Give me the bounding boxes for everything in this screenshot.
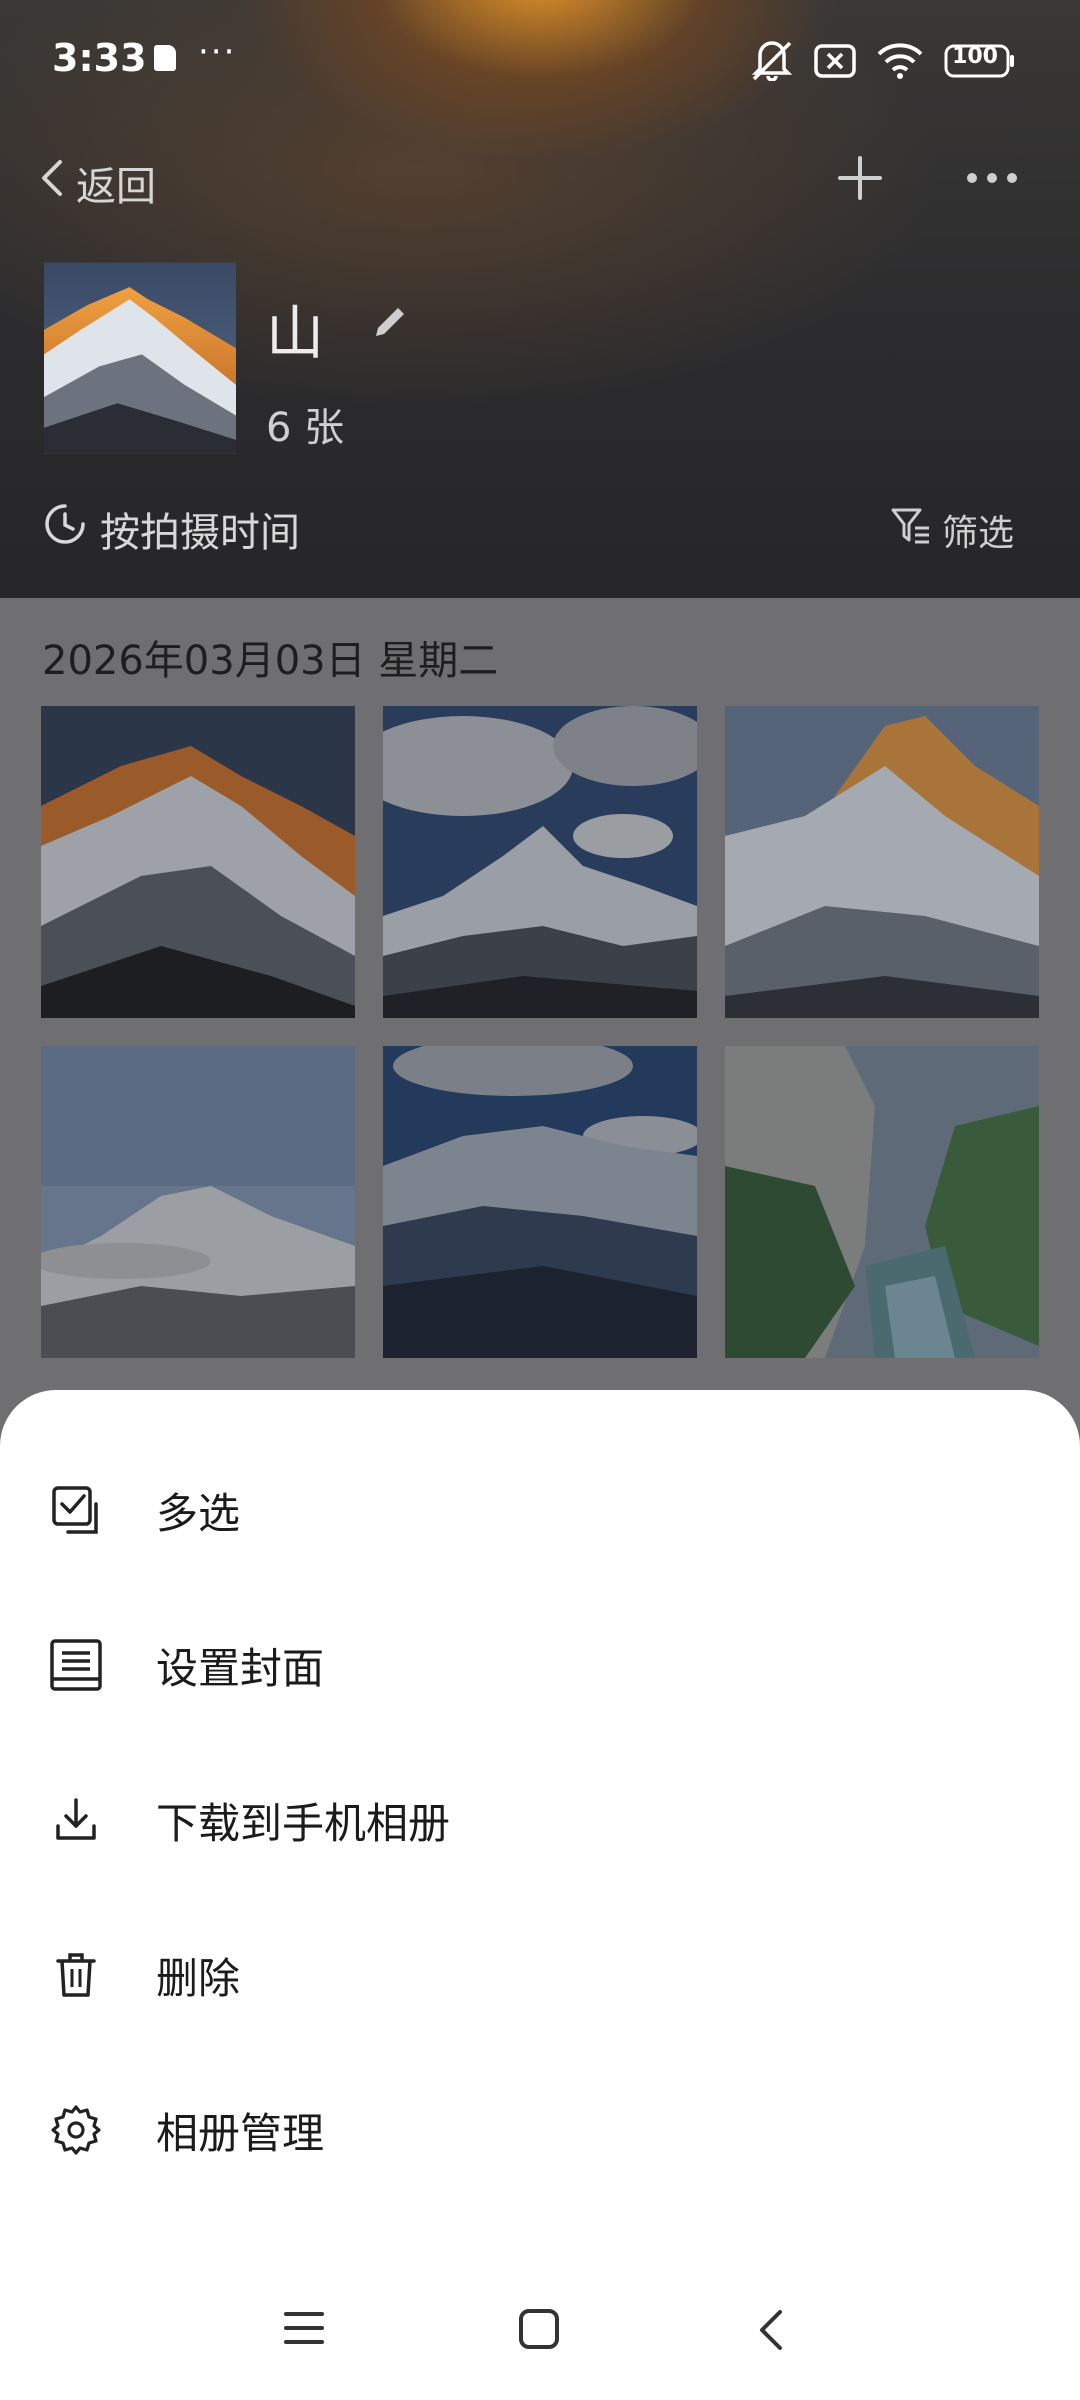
back-label: 返回 [76, 164, 156, 210]
date-header: 2026年03月03日 星期二 [42, 638, 499, 684]
photo-thumbnail[interactable] [383, 1046, 697, 1358]
album-title: 山 [266, 299, 325, 367]
menu-item-set-cover[interactable]: 设置封面 [0, 1595, 1080, 1735]
edit-title-icon[interactable] [370, 302, 410, 346]
more-notifications-icon: ··· [198, 32, 237, 72]
photo-thumbnail[interactable] [41, 1046, 355, 1358]
cover-icon [48, 1637, 104, 1693]
sort-by-time-button[interactable]: 按拍摄时间 [44, 500, 300, 558]
menu-item-label: 多选 [156, 1488, 241, 1538]
menu-item-label: 相册管理 [156, 2108, 325, 2158]
top-nav: 返回 [0, 150, 1080, 220]
menu-item-album-settings[interactable]: 相册管理 [0, 2060, 1080, 2200]
action-sheet: 多选 设置封面 下载到手机相册 删除 相册管理 [0, 1390, 1080, 2400]
sim-card-icon [154, 45, 176, 71]
menu-item-download[interactable]: 下载到手机相册 [0, 1750, 1080, 1890]
menu-item-label: 删除 [156, 1953, 241, 2003]
photo-thumbnail[interactable] [725, 1046, 1039, 1358]
home-nav-button[interactable] [518, 2308, 560, 2354]
no-sim-icon [814, 44, 856, 78]
multi-select-icon [48, 1482, 104, 1538]
menu-item-delete[interactable]: 删除 [0, 1905, 1080, 2045]
menu-nav-button[interactable] [283, 2308, 325, 2352]
filter-label: 筛选 [941, 513, 1014, 554]
chevron-left-icon [40, 158, 64, 208]
menu-item-multi-select[interactable]: 多选 [0, 1440, 1080, 1580]
system-navigation-bar [0, 2270, 1080, 2400]
album-cover-image[interactable] [44, 262, 236, 454]
photo-thumbnail[interactable] [41, 706, 355, 1018]
status-bar: 3:33 ··· 100 [0, 0, 1080, 120]
add-photo-button[interactable] [836, 154, 884, 206]
trash-icon [48, 1947, 104, 2003]
menu-item-label: 设置封面 [156, 1643, 325, 1693]
back-button[interactable]: 返回 [40, 154, 156, 212]
plus-icon [838, 156, 882, 200]
gear-icon [48, 2102, 104, 2158]
more-horizontal-icon [967, 173, 1017, 183]
clock-icon [44, 503, 86, 555]
filter-button[interactable]: 筛选 [890, 504, 1014, 556]
filter-icon [890, 506, 932, 555]
photo-count: 6 张 [266, 405, 345, 451]
album-header: 3:33 ··· 100 返回 山 6 张 按拍摄时间 筛选 [0, 0, 1080, 598]
download-icon [48, 1792, 104, 1848]
wifi-icon [876, 42, 924, 80]
menu-item-label: 下载到手机相册 [156, 1798, 451, 1848]
photo-thumbnail[interactable] [383, 706, 697, 1018]
battery-level: 100 [952, 44, 998, 69]
back-nav-button[interactable] [756, 2308, 786, 2356]
photo-thumbnail[interactable] [725, 706, 1039, 1018]
status-time: 3:33 [52, 36, 147, 80]
more-options-button[interactable] [964, 154, 1020, 206]
vibrate-off-icon [750, 41, 794, 81]
sort-label: 按拍摄时间 [100, 510, 300, 556]
